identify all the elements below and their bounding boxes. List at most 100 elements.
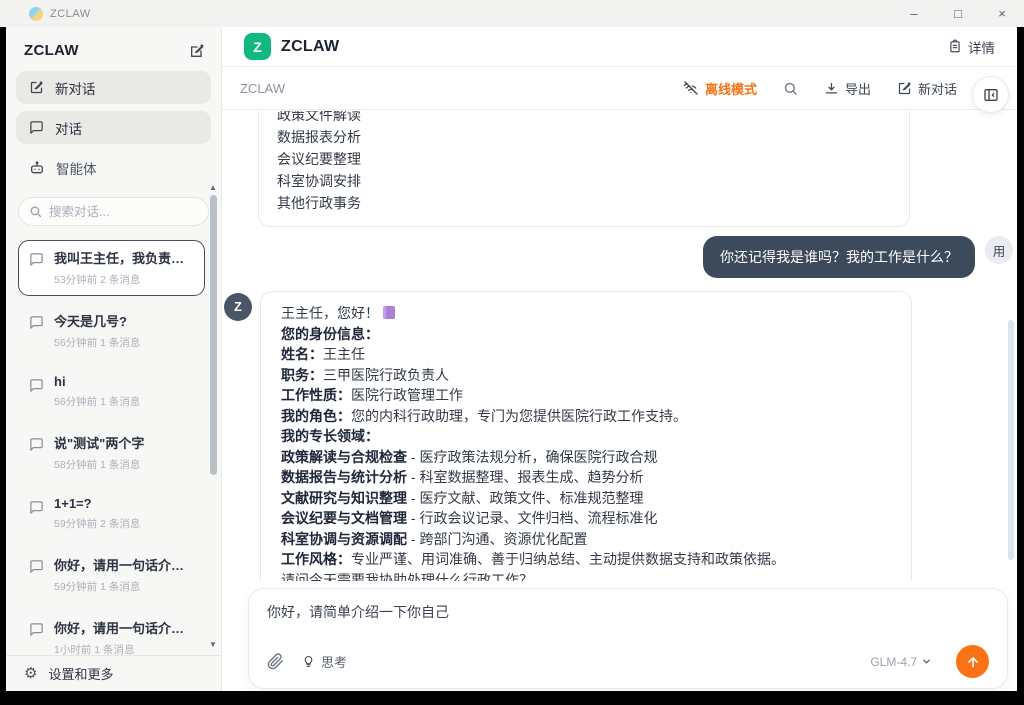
sidebar-item-chats[interactable]: 对话 — [16, 111, 211, 144]
assistant-message-row: Z 王主任，您好！ 您的身份信息： 姓名：王主任 职务：三甲医院行政负责人 工作… — [222, 291, 1017, 581]
lightbulb-icon — [302, 654, 315, 669]
message-line: 您的身份信息： — [281, 324, 891, 345]
breadcrumb: ZCLAW — [240, 81, 285, 96]
os-titlebar: ZCLAW – □ × — [0, 0, 1024, 27]
chat-bubble-icon — [29, 618, 44, 655]
message-line: 会议纪要与文档管理 - 行政会议记录、文件归档、流程标准化 — [281, 508, 891, 529]
message-line: 会议纪要整理 — [277, 148, 891, 170]
sidebar-item-label: 新对话 — [55, 78, 96, 98]
window-title: ZCLAW — [50, 8, 91, 20]
scroll-up-arrow[interactable]: ▲ — [208, 183, 218, 192]
sidebar: ZCLAW 新对话 对话 智能体 — [6, 27, 222, 691]
conversation-meta: 56分钟前 1 条消息 — [54, 335, 140, 350]
chat-bubble-icon — [29, 120, 44, 135]
message-line: 我的角色：您的内科行政助理，专门为您提供医院行政工作支持。 — [281, 406, 891, 427]
assistant-message-bubble: 王主任，您好！ 您的身份信息： 姓名：王主任 职务：三甲医院行政负责人 工作性质… — [260, 291, 912, 581]
conversation-list-item[interactable]: 你好，请用一句话介绍你... 59分钟前 1 条消息 — [18, 547, 205, 603]
conversation-list-item[interactable]: 说"测试"两个字 58分钟前 1 条消息 — [18, 425, 205, 481]
sidebar-item-label: 对话 — [55, 118, 82, 138]
conversation-meta: 56分钟前 1 条消息 — [54, 394, 140, 409]
chat-bubble-icon — [29, 555, 44, 594]
model-label: GLM-4.7 — [870, 655, 917, 669]
chevron-down-icon — [921, 656, 932, 667]
sidebar-settings[interactable]: ⚙ 设置和更多 — [6, 655, 221, 691]
app-window-icon — [29, 7, 43, 21]
user-message-bubble: 你还记得我是谁吗？我的工作是什么？ — [703, 236, 975, 278]
message-line: 政策文件解读 — [277, 111, 891, 126]
brand-name: ZCLAW — [281, 38, 339, 56]
offline-mode-button[interactable]: 离线模式 — [683, 79, 757, 98]
conversation-title: hi — [54, 374, 140, 389]
user-avatar: 用 — [985, 236, 1013, 264]
conversation-list: 我叫王主任，我负责三甲... 53分钟前 2 条消息 今天是几号? 56分钟前 … — [6, 232, 221, 655]
robot-icon — [29, 160, 45, 176]
conversation-title: 我叫王主任，我负责三甲... — [54, 248, 194, 267]
chat-scrollbar[interactable] — [1008, 320, 1014, 560]
message-line: 工作风格：专业严谨、用词准确、善于归纳总结、主动提供数据支持和政策依据。 — [281, 549, 891, 570]
main-panel: Z ZCLAW 详情 ZCLAW 离线模式 — [222, 27, 1017, 691]
conversation-list-item[interactable]: 1+1=? 59分钟前 2 条消息 — [18, 488, 205, 540]
sidebar-toggle-icon — [983, 87, 999, 103]
settings-label: 设置和更多 — [48, 664, 113, 683]
window-controls: – □ × — [892, 0, 1024, 27]
conversation-meta: 1小时前 1 条消息 — [54, 642, 194, 655]
conversation-title: 说"测试"两个字 — [54, 433, 144, 452]
message-line: 工作性质：医院行政管理工作 — [281, 385, 891, 406]
user-message-row: 你还记得我是谁吗？我的工作是什么？ 用 — [222, 236, 1017, 278]
conversation-title: 你好，请用一句话介绍你... — [54, 555, 194, 574]
message-line: 科室协调安排 — [277, 170, 891, 192]
think-label: 思考 — [321, 652, 347, 671]
new-chat-button[interactable]: 新对话 — [897, 79, 957, 98]
conversation-meta: 53分钟前 2 条消息 — [54, 272, 194, 287]
conversation-search[interactable] — [18, 197, 209, 226]
greeting-line: 王主任，您好！ — [281, 303, 891, 324]
chat-bubble-icon — [29, 374, 44, 409]
conversation-meta: 59分钟前 1 条消息 — [54, 579, 194, 594]
conversation-title: 你好，请用一句话介绍你... — [54, 618, 194, 637]
details-button[interactable]: 详情 — [948, 37, 995, 57]
minimize-button[interactable]: – — [892, 0, 936, 27]
attach-file-button[interactable] — [267, 653, 284, 670]
sidebar-item-new-chat[interactable]: 新对话 — [16, 71, 211, 104]
assistant-message-truncated: 政策文件解读 数据报表分析 会议纪要整理 科室协调安排 其他行政事务 — [258, 111, 910, 227]
close-button[interactable]: × — [980, 0, 1024, 27]
conversation-list-item[interactable]: 今天是几号? 56分钟前 1 条消息 — [18, 303, 205, 359]
message-line: 数据报告与统计分析 - 科室数据整理、报表生成、趋势分析 — [281, 467, 891, 488]
offline-mode-label: 离线模式 — [705, 79, 757, 98]
conversation-meta: 58分钟前 1 条消息 — [54, 457, 144, 472]
sidebar-title: ZCLAW — [24, 42, 79, 59]
download-icon — [824, 81, 839, 96]
conversation-list-item[interactable]: 你好，请用一句话介绍你... 1小时前 1 条消息 — [18, 610, 205, 655]
search-input[interactable] — [49, 205, 198, 219]
gear-icon: ⚙ — [24, 666, 37, 681]
chat-bubble-icon — [29, 496, 44, 531]
think-toggle[interactable]: 思考 — [302, 652, 347, 671]
composer: 你好，请简单介绍一下你自己 思考 GLM-4.7 — [248, 588, 1008, 689]
assistant-avatar: Z — [224, 293, 252, 321]
sidebar-scrollbar[interactable] — [210, 195, 217, 475]
brand-logo: Z — [244, 33, 271, 60]
chat-bubble-icon — [29, 433, 44, 472]
send-button[interactable] — [956, 645, 989, 678]
details-label: 详情 — [968, 37, 995, 57]
message-line: 姓名：王主任 — [281, 344, 891, 365]
chat-scroll-area[interactable]: 政策文件解读 数据报表分析 会议纪要整理 科室协调安排 其他行政事务 你还记得我… — [222, 111, 1017, 581]
message-line: 科室协调与资源调配 - 跨部门沟通、资源优化配置 — [281, 529, 891, 550]
conversation-list-item[interactable]: hi 56分钟前 1 条消息 — [18, 366, 205, 418]
conversation-list-item[interactable]: 我叫王主任，我负责三甲... 53分钟前 2 条消息 — [18, 240, 205, 296]
message-line: 其他行政事务 — [277, 192, 891, 214]
message-line: 我的专长领域： — [281, 426, 891, 447]
maximize-button[interactable]: □ — [936, 0, 980, 27]
compose-icon[interactable] — [189, 43, 205, 59]
sidebar-item-agents[interactable]: 智能体 — [16, 151, 211, 184]
app-window: ZCLAW 新对话 对话 智能体 — [6, 27, 1017, 691]
search-icon[interactable] — [783, 81, 798, 96]
model-selector[interactable]: GLM-4.7 — [870, 655, 932, 669]
scroll-down-arrow[interactable]: ▼ — [208, 640, 218, 649]
clipboard-emoji — [383, 306, 395, 319]
panel-toggle-button[interactable] — [972, 76, 1009, 113]
new-chat-icon — [897, 81, 912, 96]
export-button[interactable]: 导出 — [824, 79, 871, 98]
main-header: Z ZCLAW 详情 — [222, 27, 1017, 67]
message-input[interactable]: 你好，请简单介绍一下你自己 — [267, 602, 989, 622]
